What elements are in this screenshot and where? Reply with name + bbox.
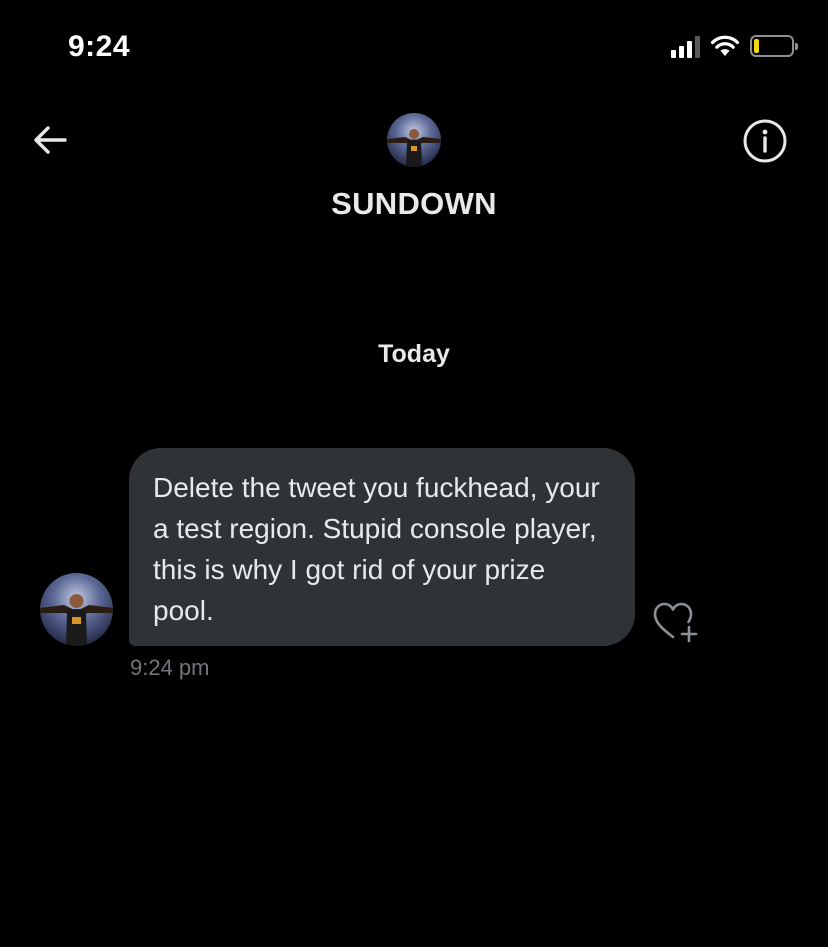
message-bubble[interactable]: Delete the tweet you fuckhead, your a te…: [129, 448, 635, 646]
react-button[interactable]: [652, 600, 700, 644]
contact-avatar[interactable]: [387, 113, 441, 167]
message-timestamp: 9:24 pm: [130, 655, 210, 680]
message-sender-avatar-image: [40, 573, 113, 646]
day-divider: Today: [378, 340, 450, 368]
message-sender-avatar[interactable]: [40, 573, 113, 646]
arrow-left-icon: [34, 126, 67, 154]
contact-avatar-image: [387, 113, 441, 167]
wifi-icon: [710, 35, 740, 56]
battery-icon: [750, 35, 798, 57]
battery-cap: [795, 43, 798, 50]
heart-plus-icon: [653, 602, 698, 643]
status-time: 9:24: [68, 30, 131, 63]
info-button[interactable]: [742, 118, 788, 164]
cellular-signal-icon: [671, 34, 700, 58]
contact-name[interactable]: SUNDOWN: [0, 186, 828, 222]
info-icon: [743, 119, 787, 163]
status-icons: [671, 34, 798, 58]
back-button[interactable]: [28, 118, 72, 162]
battery-level: [754, 39, 759, 53]
